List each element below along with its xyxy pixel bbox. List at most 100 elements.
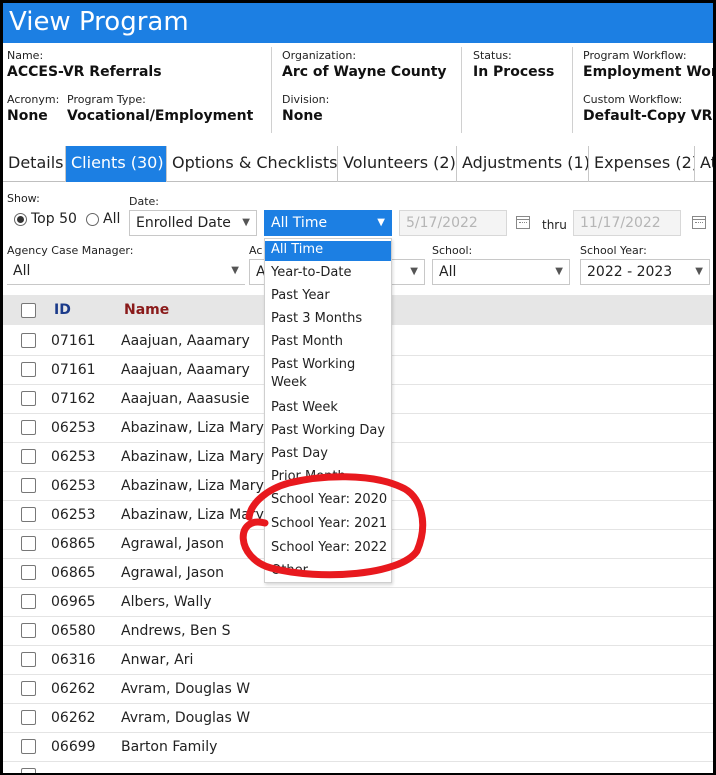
school-select[interactable]: All ▼ bbox=[432, 259, 570, 285]
range-option[interactable]: Past 3 Months bbox=[265, 310, 391, 330]
row-checkbox[interactable] bbox=[21, 507, 36, 522]
tab-details[interactable]: Details bbox=[3, 146, 66, 182]
row-checkbox[interactable] bbox=[21, 420, 36, 435]
row-name[interactable]: Aaajuan, Aaasusie bbox=[121, 385, 250, 414]
table-row[interactable]: 06699 Barton Family bbox=[3, 733, 713, 762]
range-option[interactable]: All Time bbox=[265, 241, 391, 261]
row-id: 06865 bbox=[51, 565, 96, 581]
tab-attachments[interactable]: Attachments bbox=[695, 146, 713, 182]
range-option[interactable]: Past Day bbox=[265, 445, 391, 465]
row-name[interactable]: Abazinaw, Liza Mary bbox=[121, 443, 264, 472]
case-manager-label: Agency Case Manager: bbox=[7, 244, 134, 257]
row-name[interactable]: Albers, Wally bbox=[121, 588, 212, 617]
row-checkbox[interactable] bbox=[21, 333, 36, 348]
acronym-field: Acronym: None bbox=[7, 93, 59, 125]
row-checkbox[interactable] bbox=[21, 623, 36, 638]
case-manager-select[interactable]: All ▼ bbox=[7, 259, 245, 285]
tab-volunteers[interactable]: Volunteers (2) bbox=[338, 146, 457, 182]
range-option[interactable]: Past Year bbox=[265, 287, 391, 307]
row-checkbox[interactable] bbox=[21, 565, 36, 580]
row-checkbox[interactable] bbox=[21, 594, 36, 609]
select-all-checkbox[interactable] bbox=[21, 303, 36, 318]
info-divider bbox=[271, 47, 272, 133]
range-option[interactable]: Past Month bbox=[265, 333, 391, 353]
calendar-icon[interactable] bbox=[692, 216, 706, 229]
custom-workflow-label: Custom Workflow: bbox=[583, 93, 683, 106]
date-range-dropdown: All Time Year-to-Date Past Year Past 3 Mont… bbox=[264, 238, 392, 583]
top50-label: Top 50 bbox=[31, 211, 77, 227]
row-name[interactable]: Agrawal, Jason bbox=[121, 559, 224, 588]
row-checkbox[interactable] bbox=[21, 681, 36, 696]
tab-clients[interactable]: Clients (30) bbox=[66, 146, 167, 182]
tab-expenses[interactable]: Expenses (2) bbox=[589, 146, 695, 182]
acronym-label: Acronym: bbox=[7, 93, 60, 106]
range-option[interactable]: School Year: 2022 bbox=[265, 539, 391, 559]
range-option[interactable]: School Year: 2020 bbox=[265, 491, 391, 511]
division-field: Division: None bbox=[282, 93, 329, 125]
table-row[interactable] bbox=[3, 762, 713, 773]
range-option[interactable]: Past Working Day bbox=[265, 422, 391, 442]
row-checkbox[interactable] bbox=[21, 652, 36, 667]
tab-options-checklists[interactable]: Options & Checklists bbox=[167, 146, 338, 182]
table-row[interactable]: 06262 Avram, Douglas W bbox=[3, 675, 713, 704]
organization-label: Organization: bbox=[282, 49, 357, 62]
range-option[interactable]: School Year: 2021 bbox=[265, 515, 391, 535]
table-row[interactable]: 06262 Avram, Douglas W bbox=[3, 704, 713, 733]
name-column-header[interactable]: Name bbox=[124, 295, 169, 325]
row-id: 07161 bbox=[51, 362, 96, 378]
row-checkbox[interactable] bbox=[21, 768, 36, 773]
row-name[interactable]: Andrews, Ben S bbox=[121, 617, 230, 646]
row-name[interactable]: Agrawal, Jason bbox=[121, 530, 224, 559]
row-checkbox[interactable] bbox=[21, 739, 36, 754]
workflow-label: Program Workflow: bbox=[583, 49, 687, 62]
range-option[interactable]: Year-to-Date bbox=[265, 264, 391, 284]
row-checkbox[interactable] bbox=[21, 391, 36, 406]
calendar-icon[interactable] bbox=[516, 216, 530, 229]
row-name[interactable]: Avram, Douglas W bbox=[121, 675, 250, 704]
school-year-select[interactable]: 2022 - 2023 ▼ bbox=[580, 259, 710, 285]
row-checkbox[interactable] bbox=[21, 536, 36, 551]
table-row[interactable]: 06316 Anwar, Ari bbox=[3, 646, 713, 675]
date-range-select[interactable]: All Time ▼ bbox=[264, 210, 392, 236]
to-date-input[interactable]: 11/17/2022 bbox=[573, 210, 681, 236]
row-id: 06316 bbox=[51, 652, 96, 668]
table-row[interactable]: 06965 Albers, Wally bbox=[3, 588, 713, 617]
row-id: 06965 bbox=[51, 594, 96, 610]
info-divider bbox=[572, 47, 573, 133]
range-option[interactable]: Prior Month bbox=[265, 468, 391, 488]
range-option[interactable]: Past Week bbox=[265, 399, 391, 419]
from-date-input[interactable]: 5/17/2022 bbox=[399, 210, 507, 236]
id-column-header[interactable]: ID bbox=[54, 295, 71, 325]
case-manager-value: All bbox=[13, 263, 31, 279]
row-checkbox[interactable] bbox=[21, 478, 36, 493]
row-name[interactable]: Anwar, Ari bbox=[121, 646, 193, 675]
row-checkbox[interactable] bbox=[21, 710, 36, 725]
row-id: 07161 bbox=[51, 333, 96, 349]
range-option[interactable]: Past Working Week bbox=[265, 356, 365, 394]
row-id: 06253 bbox=[51, 507, 96, 523]
top50-radio[interactable] bbox=[14, 213, 27, 226]
row-id: 06253 bbox=[51, 449, 96, 465]
range-option[interactable]: Other bbox=[265, 562, 391, 582]
table-row[interactable]: 06580 Andrews, Ben S bbox=[3, 617, 713, 646]
row-id: 06253 bbox=[51, 420, 96, 436]
date-type-select[interactable]: Enrolled Date ▼ bbox=[129, 210, 257, 236]
row-name[interactable]: Abazinaw, Liza Mary bbox=[121, 472, 264, 501]
row-checkbox[interactable] bbox=[21, 449, 36, 464]
row-name[interactable]: Abazinaw, Liza Mary bbox=[121, 414, 264, 443]
row-name[interactable]: Abazinaw, Liza Mary bbox=[121, 501, 264, 530]
custom-workflow-value: Default-Copy VR Referrals bbox=[583, 108, 713, 124]
show-label: Show: bbox=[7, 192, 40, 205]
tab-adjustments[interactable]: Adjustments (1) bbox=[457, 146, 589, 182]
status-value: In Process bbox=[473, 64, 555, 80]
row-name[interactable]: Aaajuan, Aaamary bbox=[121, 356, 250, 385]
row-checkbox[interactable] bbox=[21, 362, 36, 377]
row-name[interactable]: Barton Family bbox=[121, 733, 217, 762]
page-title: View Program bbox=[9, 7, 189, 37]
row-id: 06580 bbox=[51, 623, 96, 639]
row-name[interactable]: Aaajuan, Aaamary bbox=[121, 327, 250, 356]
chevron-down-icon: ▼ bbox=[555, 266, 563, 277]
thru-label: thru bbox=[542, 218, 567, 232]
row-name[interactable]: Avram, Douglas W bbox=[121, 704, 250, 733]
all-radio[interactable] bbox=[86, 213, 99, 226]
